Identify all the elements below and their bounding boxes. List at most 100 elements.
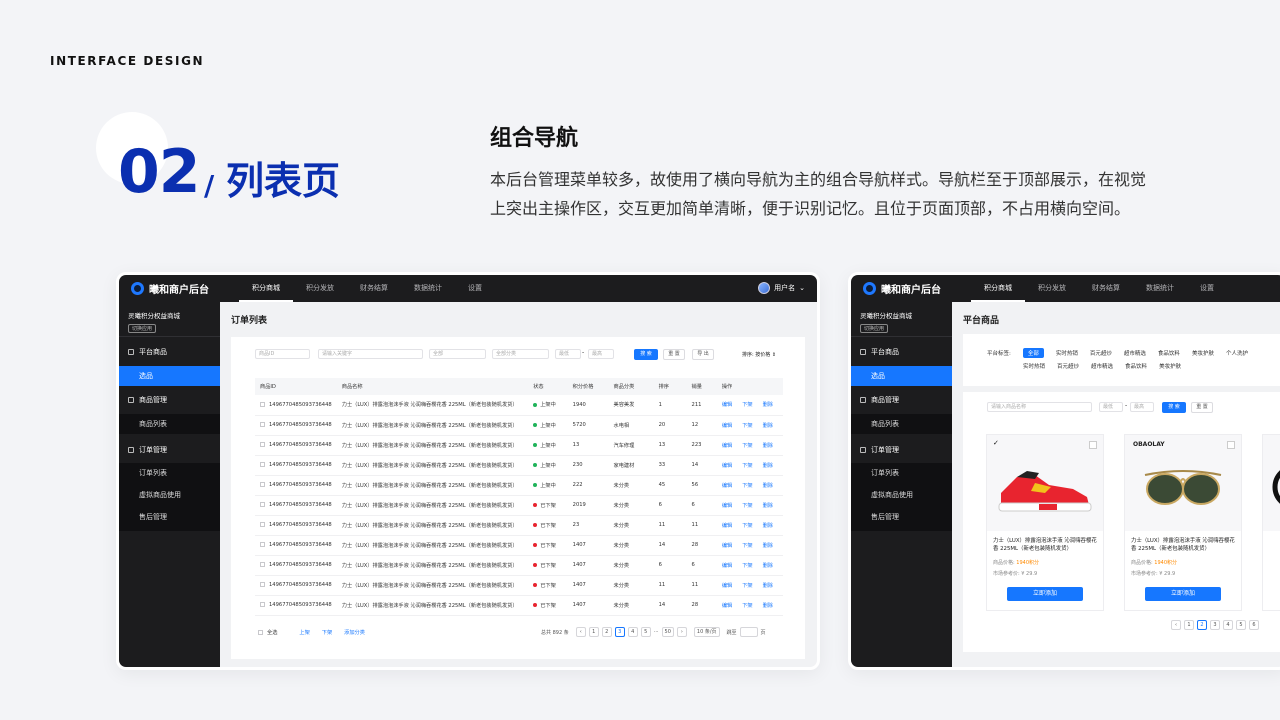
edit-link[interactable]: 编辑 [722,543,732,549]
product-card[interactable] [1262,434,1280,611]
menu-group-platform[interactable]: 平台商品 [860,347,899,357]
pager-page[interactable]: 2 [601,627,612,637]
delete-link[interactable]: 删除 [763,483,773,489]
add-now-button[interactable]: 立即添加 [1145,587,1221,601]
app-logo[interactable]: 曦和商户后台 [863,281,941,296]
switch-app-button[interactable]: 切换应用 [128,324,157,333]
delete-link[interactable]: 删除 [763,603,773,609]
edit-link[interactable]: 编辑 [722,423,732,429]
pager-page[interactable]: 6 [1249,620,1259,630]
reset-button[interactable]: 重 置 [663,349,685,360]
min-price-input[interactable]: 最低 [555,349,581,359]
edit-link[interactable]: 编辑 [722,563,732,569]
sidebar-item-virtual-goods[interactable]: 虚拟商品使用 [851,485,952,507]
app-logo[interactable]: 曦和商户后台 [131,281,209,296]
select-checkbox[interactable] [1227,441,1235,449]
delete-link[interactable]: 删除 [763,423,773,429]
sidebar-item-after-sales[interactable]: 售后管理 [851,507,952,531]
pager-prev-button[interactable]: ‹ [1171,620,1181,630]
category-select[interactable]: 全部分类 [492,349,549,359]
min-price-input[interactable]: 最低 [1099,402,1123,412]
reset-button[interactable]: 重 置 [1191,402,1213,413]
delist-link[interactable]: 下架 [742,423,752,429]
sidebar-item-after-sales[interactable]: 售后管理 [119,507,220,531]
delete-link[interactable]: 删除 [763,463,773,469]
delist-link[interactable]: 下架 [742,583,752,589]
delist-link[interactable]: 下架 [742,523,752,529]
table-row[interactable]: 1496770485093736448 力士（LUX）排露泡泡沫手液 沁润嗨吞樱花… [255,535,783,556]
sidebar-item-order-list[interactable]: 订单列表 [851,463,952,485]
menu-group-goods[interactable]: 商品管理 [860,395,899,405]
table-row[interactable]: 1496770485093736448 力士（LUX）排露泡泡沫手液 沁润嗨吞樱花… [255,415,783,436]
search-button[interactable]: 搜 索 [634,349,658,360]
delete-link[interactable]: 删除 [763,503,773,509]
sidebar-item-selection[interactable]: 选品 [851,366,952,386]
row-checkbox[interactable] [260,562,265,567]
nav-item-points-issue[interactable]: 积分发放 [293,275,347,302]
keyword-input[interactable]: 请输入关键字 [318,349,423,359]
nav-item-stats[interactable]: 数据统计 [401,275,455,302]
goods-search-input[interactable]: 请输入商品名称 [987,402,1092,412]
table-row[interactable]: 1496770485093736448 力士（LUX）排露泡泡沫手液 沁润嗨吞樱花… [255,455,783,476]
sort-control[interactable]: 排序: 按价格 ⇕ [742,351,776,358]
pager-page[interactable]: 3 [1210,620,1220,630]
table-row[interactable]: 1496770485093736448 力士（LUX）排露泡泡沫手液 沁润嗨吞樱花… [255,555,783,576]
nav-item-finance[interactable]: 财务结算 [347,275,401,302]
edit-link[interactable]: 编辑 [722,443,732,449]
pager-next-button[interactable]: › [676,627,687,637]
nav-item-settings[interactable]: 设置 [455,275,495,302]
row-checkbox[interactable] [260,482,265,487]
sidebar-item-virtual-goods[interactable]: 虚拟商品使用 [119,485,220,507]
tag-item[interactable]: 超市精选 [1124,349,1146,357]
status-select[interactable]: 全部 [429,349,486,359]
sidebar-item-selection[interactable]: 选品 [119,366,220,386]
delist-link[interactable]: 下架 [742,483,752,489]
delete-link[interactable]: 删除 [763,443,773,449]
tag-item[interactable]: 食品饮料 [1125,362,1147,370]
delist-link[interactable]: 下架 [742,463,752,469]
row-checkbox[interactable] [260,542,265,547]
edit-link[interactable]: 编辑 [722,603,732,609]
pager-page[interactable]: 50 [661,627,674,637]
row-checkbox[interactable] [260,582,265,587]
menu-group-orders[interactable]: 订单管理 [128,445,167,455]
nav-item-finance[interactable]: 财务结算 [1079,275,1133,302]
edit-link[interactable]: 编辑 [722,463,732,469]
tag-item[interactable]: 美妆护肤 [1192,349,1214,357]
row-checkbox[interactable] [260,602,265,607]
pager-prev-button[interactable]: ‹ [575,627,586,637]
nav-item-settings[interactable]: 设置 [1187,275,1227,302]
tag-item[interactable]: 实时热销 [1056,349,1078,357]
bulk-down-button[interactable]: 下架 [322,629,332,636]
table-row[interactable]: 1496770485093736448 力士（LUX）排露泡泡沫手液 沁润嗨吞樱花… [255,435,783,456]
table-row[interactable]: 1496770485093736448 力士（LUX）排露泡泡沫手液 沁润嗨吞樱花… [255,495,783,516]
row-checkbox[interactable] [260,502,265,507]
tag-item[interactable]: 百元超炒 [1057,362,1079,370]
delist-link[interactable]: 下架 [742,402,752,408]
delist-link[interactable]: 下架 [742,443,752,449]
edit-link[interactable]: 编辑 [722,483,732,489]
nav-item-points-mall[interactable]: 积分商城 [971,275,1025,302]
tag-item[interactable]: 食品饮料 [1158,349,1180,357]
sidebar-item-goods-list[interactable]: 商品列表 [851,414,952,434]
table-row[interactable]: 1496770485093736448 力士（LUX）排露泡泡沫手液 沁润嗨吞樱花… [255,595,783,616]
nav-item-points-issue[interactable]: 积分发放 [1025,275,1079,302]
edit-link[interactable]: 编辑 [722,583,732,589]
delete-link[interactable]: 删除 [763,523,773,529]
delete-link[interactable]: 删除 [763,543,773,549]
menu-group-platform[interactable]: 平台商品 [128,347,167,357]
delete-link[interactable]: 删除 [763,563,773,569]
row-checkbox[interactable] [260,442,265,447]
delete-link[interactable]: 删除 [763,583,773,589]
pager-page[interactable]: 4 [627,627,638,637]
switch-app-button[interactable]: 切换应用 [860,324,889,333]
delist-link[interactable]: 下架 [742,603,752,609]
add-now-button[interactable]: 立即添加 [1007,587,1083,601]
goto-input[interactable] [739,627,758,637]
product-card[interactable]: OBAOLAY 力士（LUX）排露泡泡沫手液 沁润嗨吞樱花香 225ML（新老包… [1124,434,1242,611]
edit-link[interactable]: 编辑 [722,523,732,529]
sidebar-item-goods-list[interactable]: 商品列表 [119,414,220,434]
max-price-input[interactable]: 最高 [1130,402,1154,412]
tag-item[interactable]: 实时热销 [1023,362,1045,370]
search-button[interactable]: 搜 索 [1162,402,1186,413]
